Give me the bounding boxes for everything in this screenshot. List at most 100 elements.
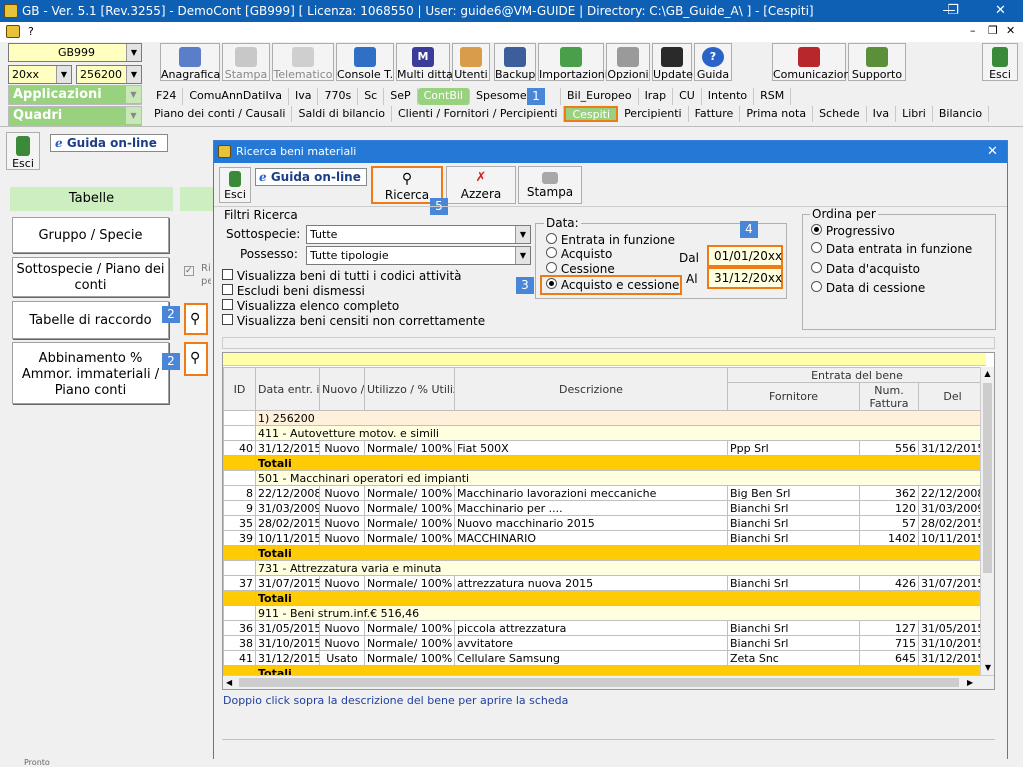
acquisto-cessione-radio[interactable] — [546, 278, 557, 289]
dal-date-input[interactable]: 01/01/20xx — [707, 245, 783, 267]
tab-cu[interactable]: CU — [673, 88, 702, 105]
tab-spesometro[interactable]: Spesometro — [470, 88, 561, 105]
company-select[interactable]: GB999 ▼ — [8, 43, 142, 62]
cessione-radio[interactable] — [546, 262, 557, 273]
tab-iva[interactable]: Iva — [289, 88, 319, 105]
tabelle-header-partial — [180, 187, 214, 211]
tab-libri[interactable]: Libri — [896, 106, 933, 122]
applicazioni-select[interactable]: Applicazioni ▼ — [8, 85, 142, 105]
table-row[interactable]: 38 31/10/2015 Nuovo Normale/ 100% avvitatore… — [223, 635, 987, 651]
partial-checkbox[interactable]: ✓ — [184, 266, 194, 276]
table-row[interactable]: 36 31/05/2015 Nuovo Normale/ 100% piccola at… — [223, 620, 987, 636]
dialog-esci-button[interactable]: Esci — [219, 167, 251, 203]
scroll-left-icon[interactable]: ◀ — [226, 676, 232, 689]
year-select[interactable]: 20xx ▼ — [8, 65, 72, 84]
tab-irap[interactable]: Irap — [639, 88, 674, 105]
tab-intento[interactable]: Intento — [702, 88, 755, 105]
code-select[interactable]: 256200 - ▼ — [76, 65, 142, 84]
esci-left-button[interactable]: Esci — [6, 132, 40, 170]
tabelle-raccordo-button[interactable]: Tabelle di raccordo — [12, 301, 169, 339]
escludi-dismessi-checkbox[interactable] — [222, 284, 233, 295]
tab-bil-europeo[interactable]: Bil_Europeo — [561, 88, 639, 105]
tab-f24[interactable]: F24 — [150, 88, 184, 105]
utenti-button[interactable]: Utenti — [452, 43, 490, 81]
tab-schede[interactable]: Schede — [813, 106, 867, 122]
cell-descrizione: Macchinario per .... — [454, 500, 728, 516]
table-row[interactable]: 37 31/07/2015 Nuovo Normale/ 100% attrezzatu… — [223, 575, 987, 591]
scroll-right-icon[interactable]: ▶ — [967, 676, 973, 689]
table-row[interactable]: 40 31/12/2015 Nuovo Normale/ 100% Fiat 500X P… — [223, 440, 987, 456]
data-entrata-radio[interactable] — [811, 242, 822, 253]
table-row[interactable]: 9 31/03/2009 Nuovo Normale/ 100% Macchinario… — [223, 500, 987, 516]
update-button[interactable]: Update — [652, 43, 693, 81]
child-close-button[interactable]: ✕ — [1006, 24, 1015, 37]
importazioni-button[interactable]: Importazioni — [538, 43, 608, 81]
raccordo-search-button[interactable]: ⚲ — [184, 303, 208, 335]
scroll-down-icon[interactable]: ▼ — [981, 661, 994, 675]
stampa-button[interactable]: Stampa — [518, 166, 582, 204]
supporto-button[interactable]: Supporto — [848, 43, 906, 81]
data-cessione-radio[interactable] — [811, 281, 822, 292]
help-menu[interactable]: ? — [28, 25, 34, 38]
dialog-guida-online-button[interactable]: ℯ Guida on-line — [255, 168, 367, 186]
gruppo-specie-button[interactable]: Gruppo / Specie — [12, 217, 169, 253]
vertical-scrollbar[interactable]: ▲ ▼ — [980, 367, 994, 675]
chevron-down-icon: ▼ — [126, 44, 141, 61]
cell-utilizzo: Normale/ 100% — [364, 575, 455, 591]
tab-clienti-fornitori[interactable]: Clienti / Fornitori / Percipienti — [392, 106, 565, 122]
stampa-toolbar-button[interactable]: Stampa — [222, 43, 270, 81]
scroll-thumb[interactable] — [983, 383, 992, 573]
child-restore-button[interactable]: ❐ — [988, 24, 998, 37]
possesso-select[interactable]: Tutte tipologie ▼ — [306, 246, 531, 265]
child-minimize-button[interactable]: – — [970, 24, 976, 37]
tab-bilancio[interactable]: Bilancio — [933, 106, 990, 122]
tab-iva-2[interactable]: Iva — [867, 106, 897, 122]
sottospecie-button[interactable]: Sottospecie / Piano dei conti — [12, 257, 169, 297]
esci-main-button[interactable]: Esci — [982, 43, 1018, 81]
close-button[interactable]: ✕ — [978, 0, 1023, 22]
elenco-completo-checkbox[interactable] — [222, 299, 233, 310]
tab-cespiti[interactable]: Cespiti — [564, 106, 619, 122]
data-acquisto-radio[interactable] — [811, 262, 822, 273]
table-row[interactable]: 41 31/12/2015 Usato Normale/ 100% Cellulare … — [223, 650, 987, 666]
console-button[interactable]: Console T. — [336, 43, 394, 81]
entrata-radio[interactable] — [546, 233, 557, 244]
al-date-input[interactable]: 31/12/20xx — [707, 267, 783, 289]
guida-button[interactable]: ? Guida — [694, 43, 732, 81]
tab-sc[interactable]: Sc — [358, 88, 385, 105]
quadri-select[interactable]: Quadri ▼ — [8, 106, 142, 126]
guida-online-left-button[interactable]: ℯ Guida on-line — [50, 134, 168, 152]
tab-contbil[interactable]: ContBil — [417, 88, 470, 105]
acquisto-radio[interactable] — [546, 247, 557, 258]
sottospecie-select[interactable]: Tutte ▼ — [306, 225, 531, 244]
tab-rsm[interactable]: RSM — [754, 88, 792, 105]
opzioni-button[interactable]: Opzioni — [606, 43, 650, 81]
table-row[interactable]: 8 22/12/2008 Nuovo Normale/ 100% Macchinario… — [223, 485, 987, 501]
tutti-codici-checkbox[interactable] — [222, 269, 233, 280]
table-row[interactable]: 35 28/02/2015 Nuovo Normale/ 100% Nuovo macc… — [223, 515, 987, 531]
tab-prima-nota[interactable]: Prima nota — [740, 106, 814, 122]
azzera-button[interactable]: ✗ Azzera — [446, 166, 516, 204]
abbinamento-button[interactable]: Abbinamento % Ammor. immateriali / Piano… — [12, 342, 169, 404]
tab-percipienti[interactable]: Percipienti — [618, 106, 689, 122]
tab-fatture[interactable]: Fatture — [689, 106, 741, 122]
horizontal-scrollbar[interactable]: ◀ ▶ — [223, 675, 994, 689]
table-row[interactable]: 39 10/11/2015 Nuovo Normale/ 100% MACCHINARI… — [223, 530, 987, 546]
maximize-button[interactable]: ❐ — [930, 0, 976, 22]
tab-comuanndatiiva[interactable]: ComuAnnDatiIva — [183, 88, 289, 105]
tab-770s[interactable]: 770s — [318, 88, 359, 105]
backup-button[interactable]: Backup — [494, 43, 536, 81]
comunicazioni-button[interactable]: Comunicazioni — [772, 43, 854, 81]
multiditta-button[interactable]: M Multi ditta — [396, 43, 453, 81]
tab-saldi-di-bilancio[interactable]: Saldi di bilancio — [292, 106, 392, 122]
dialog-close-button[interactable]: ✕ — [987, 141, 998, 163]
censiti-checkbox[interactable] — [222, 314, 233, 325]
hscroll-thumb[interactable] — [239, 678, 959, 687]
scroll-up-icon[interactable]: ▲ — [981, 367, 994, 381]
telematico-button[interactable]: Telematico — [272, 43, 334, 81]
anagrafica-button[interactable]: Anagrafica — [160, 43, 220, 81]
progressivo-radio[interactable] — [811, 224, 822, 235]
tab-piano-dei-conti[interactable]: Piano dei conti / Causali — [148, 106, 293, 122]
abbinamento-search-button[interactable]: ⚲ — [184, 342, 208, 376]
tab-sep[interactable]: SeP — [384, 88, 418, 105]
